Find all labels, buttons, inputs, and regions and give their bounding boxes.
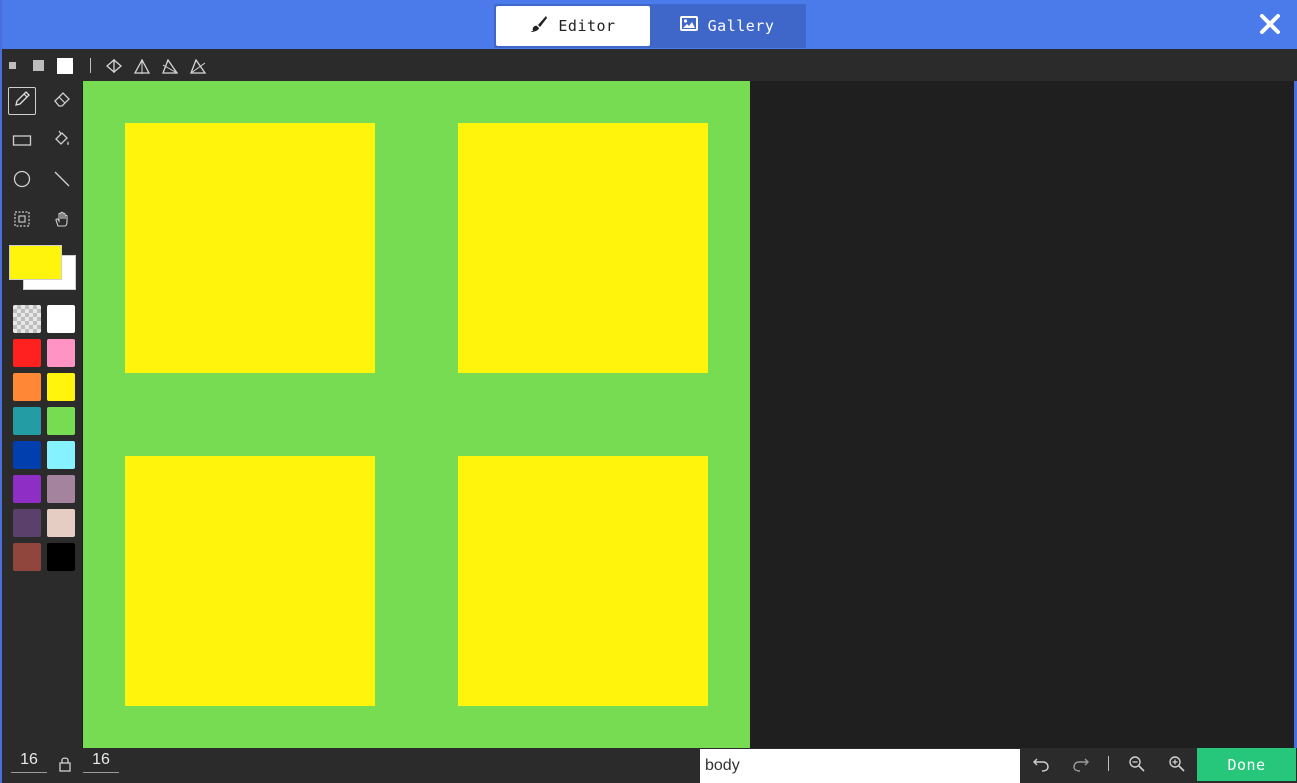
pan-tool[interactable] [48, 207, 76, 235]
circle-icon [12, 169, 32, 193]
sprite-name-input[interactable] [700, 749, 1020, 783]
color-swatch[interactable] [13, 373, 41, 401]
brush-icon [530, 15, 548, 37]
canvas-fill-block [125, 123, 375, 373]
toolbar-divider [90, 58, 91, 73]
height-field[interactable]: 16 [83, 751, 119, 773]
width-field[interactable]: 16 [11, 751, 47, 773]
mirror-diagonal-alt-icon[interactable] [189, 57, 207, 75]
color-swatch[interactable] [47, 509, 75, 537]
color-swatch[interactable] [13, 339, 41, 367]
tab-group: Editor Gallery [494, 4, 806, 48]
tab-editor-label: Editor [558, 17, 616, 35]
color-swatch[interactable] [47, 475, 75, 503]
zoom-in-icon[interactable] [1165, 752, 1189, 776]
color-swatch[interactable] [47, 305, 75, 333]
rectangle-tool[interactable] [8, 127, 36, 155]
fill-tool[interactable] [48, 127, 76, 155]
brush-size-small[interactable] [7, 60, 17, 70]
pencil-tool[interactable] [8, 87, 36, 115]
lock-icon[interactable] [53, 752, 77, 776]
mirror-diagonal-icon[interactable] [161, 57, 179, 75]
tab-editor[interactable]: Editor [496, 6, 650, 46]
image-icon [679, 16, 698, 36]
mirror-horizontal-icon[interactable] [105, 57, 123, 75]
bottom-divider [1108, 756, 1109, 771]
rectangle-icon [12, 132, 32, 151]
pencil-icon [13, 90, 31, 112]
brush-size-medium[interactable] [31, 58, 45, 72]
color-swatch[interactable] [13, 543, 41, 571]
color-swatch[interactable] [47, 543, 75, 571]
marquee-icon [13, 210, 31, 232]
color-swatch[interactable] [13, 475, 41, 503]
line-icon [53, 170, 71, 192]
swatch-transparent[interactable] [13, 305, 41, 333]
bottom-bar [2, 748, 1297, 783]
color-swatch[interactable] [13, 441, 41, 469]
close-icon[interactable] [1259, 13, 1281, 35]
circle-tool[interactable] [8, 167, 36, 195]
hand-icon [53, 210, 71, 232]
primary-color[interactable] [9, 245, 62, 280]
header-bar: Editor Gallery [2, 0, 1297, 49]
tool-palette [2, 81, 82, 748]
options-toolbar [2, 49, 1297, 81]
redo-icon[interactable] [1069, 752, 1093, 776]
eraser-icon [53, 90, 71, 112]
canvas-fill-block [125, 456, 375, 706]
color-swatch[interactable] [13, 407, 41, 435]
color-swatch[interactable] [47, 339, 75, 367]
color-swatch[interactable] [47, 407, 75, 435]
line-tool[interactable] [48, 167, 76, 195]
color-swatch[interactable] [47, 441, 75, 469]
mirror-vertical-icon[interactable] [133, 57, 151, 75]
brush-size-large[interactable] [55, 56, 74, 75]
canvas-fill-block [458, 456, 708, 706]
marquee-tool[interactable] [8, 207, 36, 235]
sprite-editor-window: Editor Gallery 16 16 body Done [0, 0, 1297, 783]
tab-gallery[interactable]: Gallery [650, 6, 804, 46]
drawing-canvas[interactable] [83, 81, 750, 748]
color-swatch[interactable] [13, 509, 41, 537]
eraser-tool[interactable] [48, 87, 76, 115]
canvas-fill-block [458, 123, 708, 373]
paint-bucket-icon [53, 130, 71, 152]
undo-icon[interactable] [1029, 752, 1053, 776]
zoom-out-icon[interactable] [1125, 752, 1149, 776]
color-swatch[interactable] [47, 373, 75, 401]
tab-gallery-label: Gallery [707, 17, 775, 35]
done-button[interactable]: Done [1197, 748, 1296, 781]
